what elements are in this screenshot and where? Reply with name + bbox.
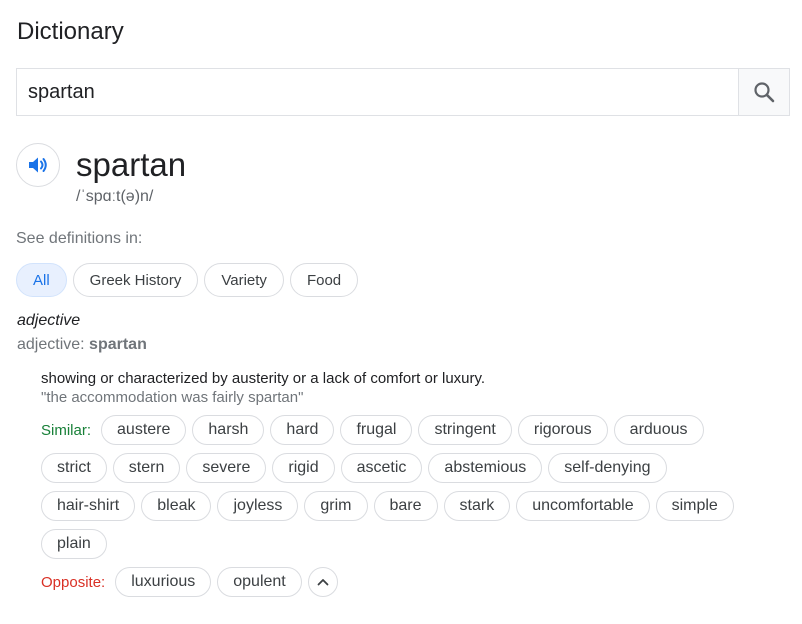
search-button[interactable] — [738, 69, 789, 115]
synonyms-section: Similar: austere harsh hard frugal strin… — [41, 414, 781, 604]
synonym-chip[interactable]: abstemious — [428, 453, 543, 483]
synonym-chip[interactable]: arduous — [613, 415, 704, 445]
opposite-label: Opposite: — [41, 573, 106, 591]
synonym-chip[interactable]: stringent — [418, 415, 512, 445]
opposite-row: Opposite: luxurious opulent — [41, 566, 781, 598]
definition-text: showing or characterized by austerity or… — [41, 370, 486, 387]
phonetic: /ˈspɑːt(ə)n/ — [76, 188, 154, 205]
see-definitions-label: See definitions in: — [16, 230, 143, 247]
category-chip-food[interactable]: Food — [289, 263, 359, 297]
synonym-row: plain — [41, 528, 781, 560]
pos-line: adjective: spartan — [17, 336, 147, 354]
synonym-chip[interactable]: self-denying — [548, 453, 667, 483]
synonym-chip[interactable]: grim — [304, 491, 368, 521]
page-title: Dictionary — [17, 18, 124, 45]
category-chip-greek-history[interactable]: Greek History — [72, 263, 199, 297]
synonym-chip[interactable]: simple — [655, 491, 734, 521]
synonym-chip[interactable]: stark — [443, 491, 511, 521]
similar-label: Similar: — [41, 421, 92, 439]
synonym-chip[interactable]: frugal — [340, 415, 413, 445]
synonym-chip[interactable]: joyless — [217, 491, 299, 521]
category-chip-variety[interactable]: Variety — [204, 263, 284, 297]
similar-row: Similar: austere harsh hard frugal strin… — [41, 414, 781, 446]
synonym-chip[interactable]: severe — [186, 453, 267, 483]
synonym-chip[interactable]: uncomfortable — [516, 491, 650, 521]
synonym-chip[interactable]: austere — [101, 415, 187, 445]
synonym-chip[interactable]: ascetic — [340, 453, 423, 483]
synonym-chip[interactable]: stern — [112, 453, 181, 483]
search-input[interactable] — [17, 69, 738, 115]
synonym-chip[interactable]: rigorous — [517, 415, 608, 445]
synonym-chip[interactable]: plain — [41, 529, 107, 559]
search-icon — [754, 82, 775, 103]
synonym-chip[interactable]: hair-shirt — [41, 491, 136, 521]
chevron-up-icon — [317, 579, 329, 586]
category-chip-all[interactable]: All — [16, 263, 67, 297]
synonym-row: strict stern severe rigid ascetic abstem… — [41, 452, 781, 484]
antonym-chip[interactable]: opulent — [217, 567, 302, 597]
synonym-chip[interactable]: strict — [41, 453, 107, 483]
synonym-chip[interactable]: bare — [373, 491, 438, 521]
synonym-chip[interactable]: rigid — [272, 453, 335, 483]
antonym-chip[interactable]: luxurious — [115, 567, 212, 597]
synonym-row: hair-shirt bleak joyless grim bare stark… — [41, 490, 781, 522]
part-of-speech: adjective — [17, 312, 81, 329]
pos-word: spartan — [89, 336, 147, 353]
speaker-icon — [29, 157, 47, 173]
collapse-button[interactable] — [307, 567, 338, 597]
synonym-chip[interactable]: harsh — [192, 415, 265, 445]
category-chips: All Greek History Variety Food — [16, 263, 359, 297]
pronounce-button[interactable] — [16, 143, 60, 187]
pos-prefix: adjective: — [17, 336, 90, 353]
search-bar — [16, 68, 790, 116]
example-text: "the accommodation was fairly spartan" — [41, 389, 304, 406]
headword: spartan — [76, 146, 187, 183]
synonym-chip[interactable]: hard — [270, 415, 335, 445]
synonym-chip[interactable]: bleak — [141, 491, 212, 521]
